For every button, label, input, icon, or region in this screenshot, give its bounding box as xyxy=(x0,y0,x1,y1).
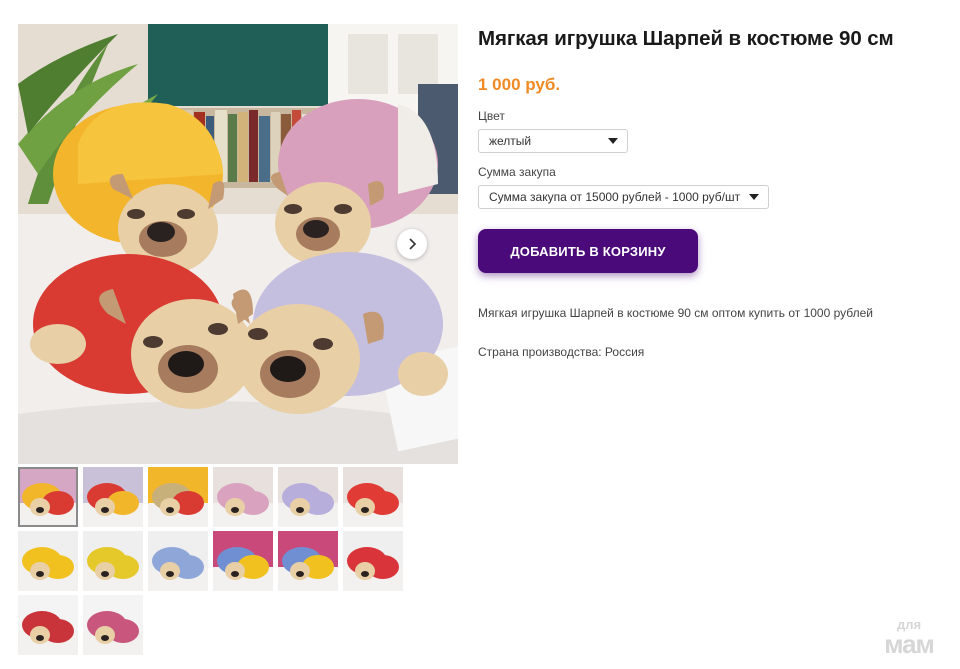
product-description: Мягкая игрушка Шарпей в костюме 90 см оп… xyxy=(478,306,873,320)
thumbnail-13[interactable] xyxy=(18,595,78,655)
main-product-photo[interactable] xyxy=(18,24,458,464)
thumbnail-image xyxy=(148,531,208,591)
thumbnail-image xyxy=(343,531,403,591)
thumbnail-9[interactable] xyxy=(148,531,208,591)
plush-pug-image xyxy=(18,24,458,464)
purchase-label: Сумма закупа xyxy=(478,165,556,179)
product-price: 1 000 руб. xyxy=(478,75,561,94)
watermark-logo: для мам xyxy=(872,618,946,658)
thumbnail-image xyxy=(83,595,143,655)
thumbnail-8[interactable] xyxy=(83,531,143,591)
thumbnail-image xyxy=(278,467,338,527)
purchase-select-value: Сумма закупа от 15000 рублей - 1000 руб/… xyxy=(489,190,741,204)
color-select-value: желтый xyxy=(489,134,532,148)
thumbnail-image xyxy=(343,467,403,527)
thumbnail-image xyxy=(18,595,78,655)
thumbnail-image xyxy=(18,467,78,527)
thumbnail-image xyxy=(213,531,273,591)
thumbnail-image xyxy=(148,467,208,527)
chevron-right-icon xyxy=(409,238,417,250)
add-to-cart-button[interactable]: ДОБАВИТЬ В КОРЗИНУ xyxy=(478,229,698,273)
thumbnail-image xyxy=(18,531,78,591)
caret-down-icon xyxy=(749,194,759,200)
next-image-button[interactable] xyxy=(397,229,427,259)
caret-down-icon xyxy=(608,138,618,144)
thumbnail-14[interactable] xyxy=(83,595,143,655)
thumbnail-1[interactable] xyxy=(18,467,78,527)
thumbnail-image xyxy=(83,467,143,527)
thumbnail-7[interactable] xyxy=(18,531,78,591)
purchase-select[interactable]: Сумма закупа от 15000 рублей - 1000 руб/… xyxy=(478,185,769,209)
thumbnail-11[interactable] xyxy=(278,531,338,591)
thumbnail-4[interactable] xyxy=(213,467,273,527)
thumbnail-2[interactable] xyxy=(83,467,143,527)
watermark-line2: мам xyxy=(884,629,935,659)
thumbnail-5[interactable] xyxy=(278,467,338,527)
thumbnail-image xyxy=(83,531,143,591)
product-title: Мягкая игрушка Шарпей в костюме 90 см xyxy=(478,27,894,50)
country-of-origin: Страна производства: Россия xyxy=(478,345,645,359)
thumbnail-10[interactable] xyxy=(213,531,273,591)
thumbnail-12[interactable] xyxy=(343,531,403,591)
color-label: Цвет xyxy=(478,109,505,123)
thumbnail-image xyxy=(213,467,273,527)
thumbnail-image xyxy=(278,531,338,591)
thumbnail-3[interactable] xyxy=(148,467,208,527)
color-select[interactable]: желтый xyxy=(478,129,628,153)
thumbnail-6[interactable] xyxy=(343,467,403,527)
